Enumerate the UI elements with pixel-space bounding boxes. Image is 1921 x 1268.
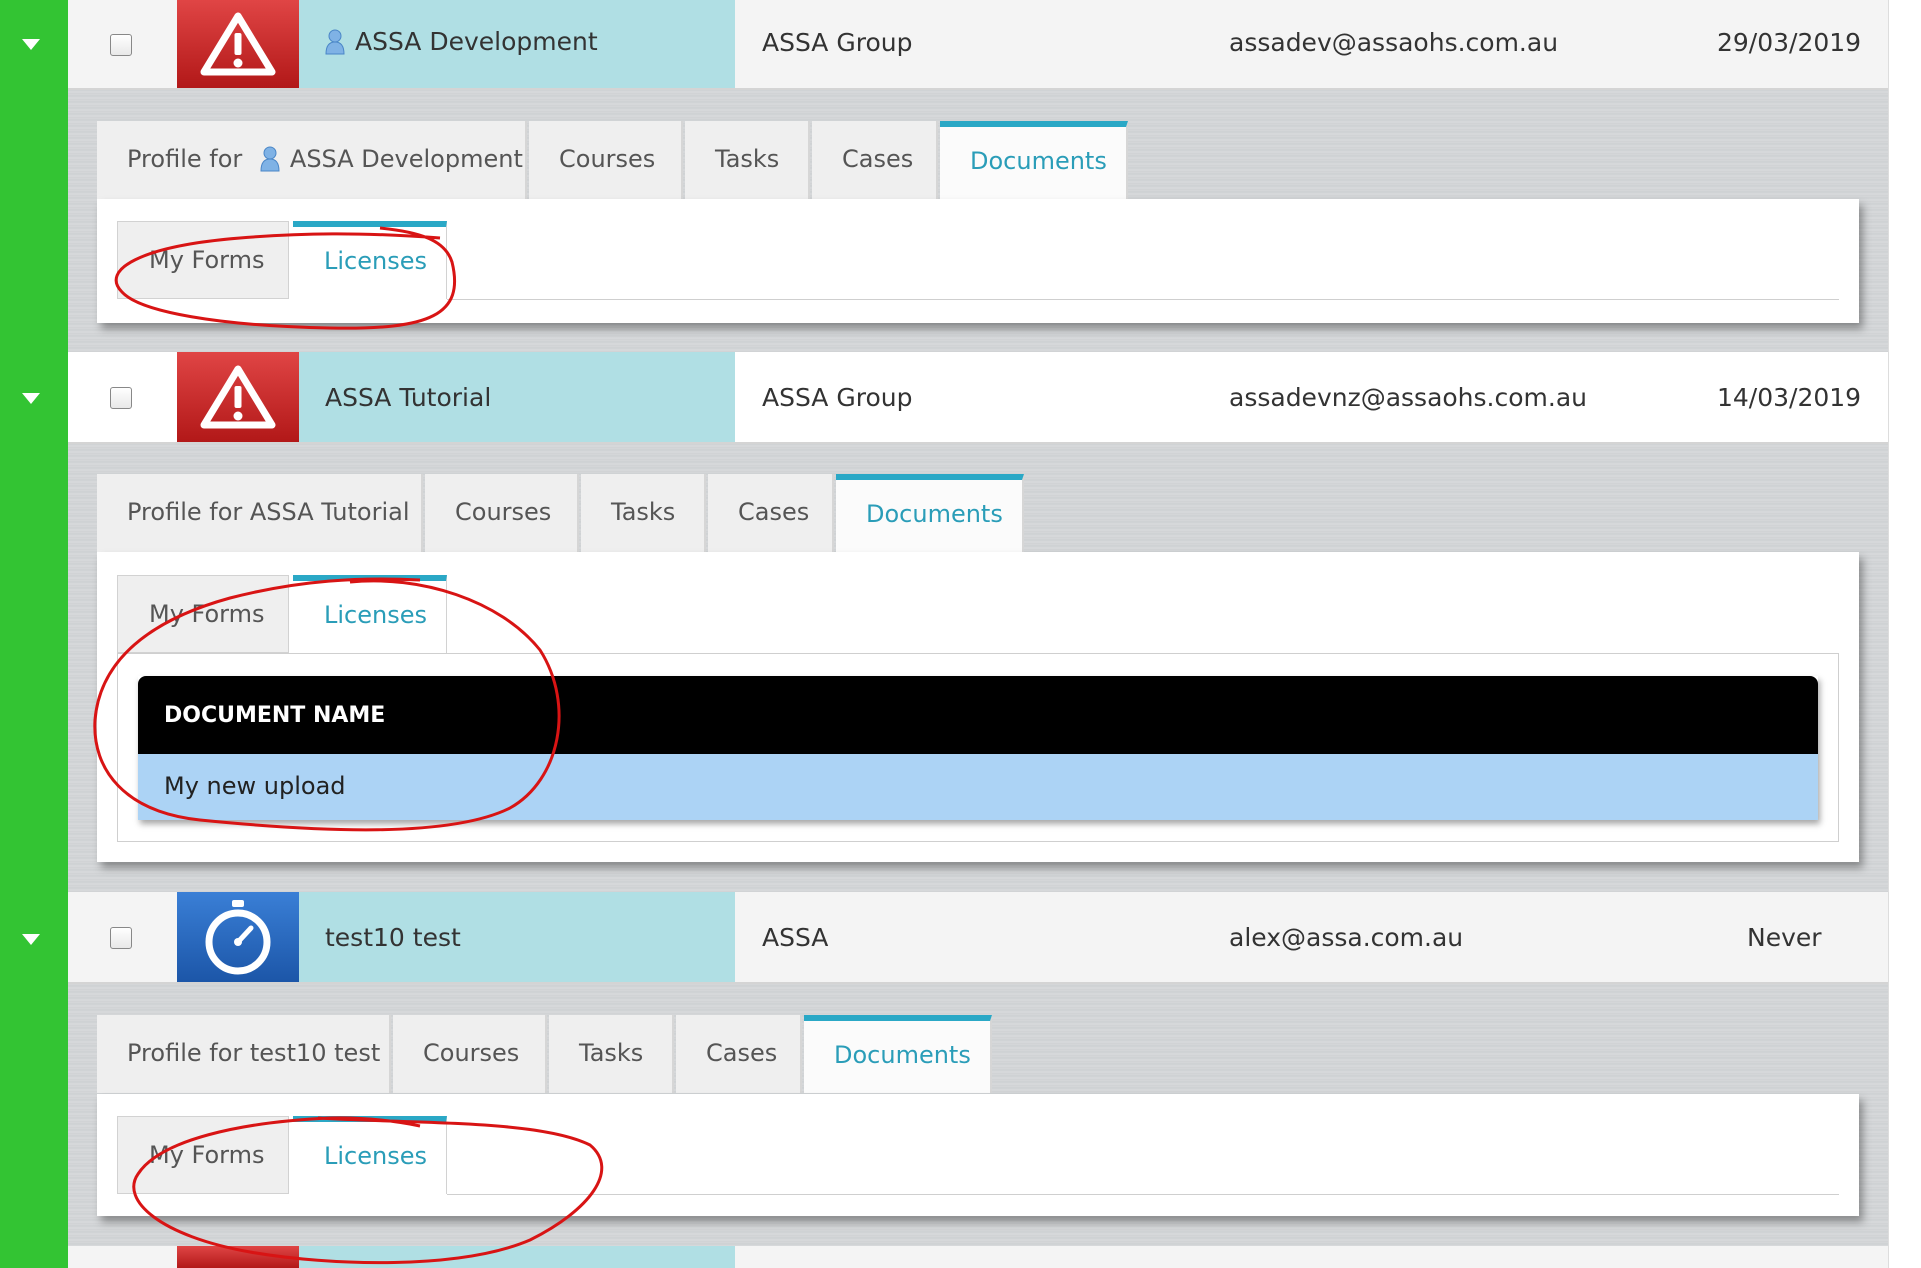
record-date: 14/03/2019 xyxy=(1717,383,1862,412)
tab-cases[interactable]: Cases xyxy=(812,121,938,199)
record-row[interactable]: ASSA Development ASSA Group assadev@assa… xyxy=(68,0,1888,90)
user-icon xyxy=(325,29,345,55)
tab-profile[interactable]: Profile for ASSA Development xyxy=(97,121,527,199)
row-checkbox[interactable] xyxy=(110,34,132,56)
expand-arrow-icon[interactable] xyxy=(22,934,40,945)
tab-profile-prefix: Profile for xyxy=(127,145,243,173)
documents-card: My Forms Licenses xyxy=(97,199,1859,323)
documents-card: My Forms Licenses xyxy=(97,1094,1859,1216)
name-cell[interactable]: ASSA Development xyxy=(299,0,735,88)
warning-triangle-icon xyxy=(200,12,276,76)
tab-cases[interactable]: Cases xyxy=(708,474,834,552)
documents-table: DOCUMENT NAME My new upload xyxy=(138,676,1818,820)
record-date: Never xyxy=(1747,923,1822,952)
record-row[interactable]: ASSA Tutorial ASSA Group assadevnz@assao… xyxy=(68,352,1888,444)
record-group: ASSA xyxy=(762,923,829,952)
record-name: ASSA Development xyxy=(325,27,598,56)
subtab-licenses[interactable]: Licenses xyxy=(293,575,447,653)
record-row[interactable]: test10 test ASSA alex@assa.com.au Never xyxy=(68,892,1888,984)
name-cell[interactable]: test10 test xyxy=(299,892,735,982)
record-email: assadevnz@assaohs.com.au xyxy=(1229,383,1588,412)
record-row[interactable] xyxy=(68,1246,1888,1268)
tab-cases[interactable]: Cases xyxy=(676,1015,802,1093)
record-name: test10 test xyxy=(325,923,461,952)
right-edge xyxy=(1888,0,1921,1268)
status-icon-box xyxy=(177,1246,299,1268)
name-cell[interactable] xyxy=(299,1246,735,1268)
row-checkbox[interactable] xyxy=(110,927,132,949)
tab-tasks[interactable]: Tasks xyxy=(685,121,810,199)
record-group: ASSA Group xyxy=(762,28,913,57)
subtab-my-forms[interactable]: My Forms xyxy=(117,575,289,653)
tab-courses[interactable]: Courses xyxy=(393,1015,547,1093)
stopwatch-icon xyxy=(205,900,271,975)
subtab-licenses[interactable]: Licenses xyxy=(293,221,447,299)
tab-documents[interactable]: Documents xyxy=(836,474,1024,552)
status-icon-box xyxy=(177,352,299,442)
warning-triangle-icon xyxy=(200,365,276,429)
subtab-divider xyxy=(447,1194,1839,1195)
tab-documents[interactable]: Documents xyxy=(804,1015,992,1093)
record-name-text: ASSA Development xyxy=(355,27,598,56)
record-email: alex@assa.com.au xyxy=(1229,923,1464,952)
record-email: assadev@assaohs.com.au xyxy=(1229,28,1559,57)
name-cell[interactable]: ASSA Tutorial xyxy=(299,352,735,442)
table-row[interactable]: My new upload xyxy=(138,754,1818,820)
left-gutter xyxy=(0,0,68,1268)
tab-courses[interactable]: Courses xyxy=(425,474,579,552)
tab-profile[interactable]: Profile for ASSA Tutorial xyxy=(97,474,423,552)
column-header-document-name[interactable]: DOCUMENT NAME xyxy=(138,676,1818,754)
tab-documents[interactable]: Documents xyxy=(940,121,1128,199)
documents-card: My Forms Licenses DOCUMENT NAME My new u… xyxy=(97,552,1859,862)
subtab-divider xyxy=(447,299,1839,300)
expand-arrow-icon[interactable] xyxy=(22,393,40,404)
record-date: 29/03/2019 xyxy=(1717,28,1862,57)
tab-courses[interactable]: Courses xyxy=(529,121,683,199)
status-icon-box xyxy=(177,892,299,982)
subtab-my-forms[interactable]: My Forms xyxy=(117,221,289,299)
tab-tasks[interactable]: Tasks xyxy=(549,1015,674,1093)
subtab-my-forms[interactable]: My Forms xyxy=(117,1116,289,1194)
tab-profile[interactable]: Profile for test10 test xyxy=(97,1015,391,1093)
tab-tasks[interactable]: Tasks xyxy=(581,474,706,552)
tab-profile-name: ASSA Development xyxy=(289,145,523,173)
record-group: ASSA Group xyxy=(762,383,913,412)
row-checkbox[interactable] xyxy=(110,387,132,409)
record-name: ASSA Tutorial xyxy=(325,383,492,412)
status-icon-box xyxy=(177,0,299,88)
user-icon xyxy=(260,146,280,172)
expand-arrow-icon[interactable] xyxy=(22,39,40,50)
subtab-licenses[interactable]: Licenses xyxy=(293,1116,447,1194)
